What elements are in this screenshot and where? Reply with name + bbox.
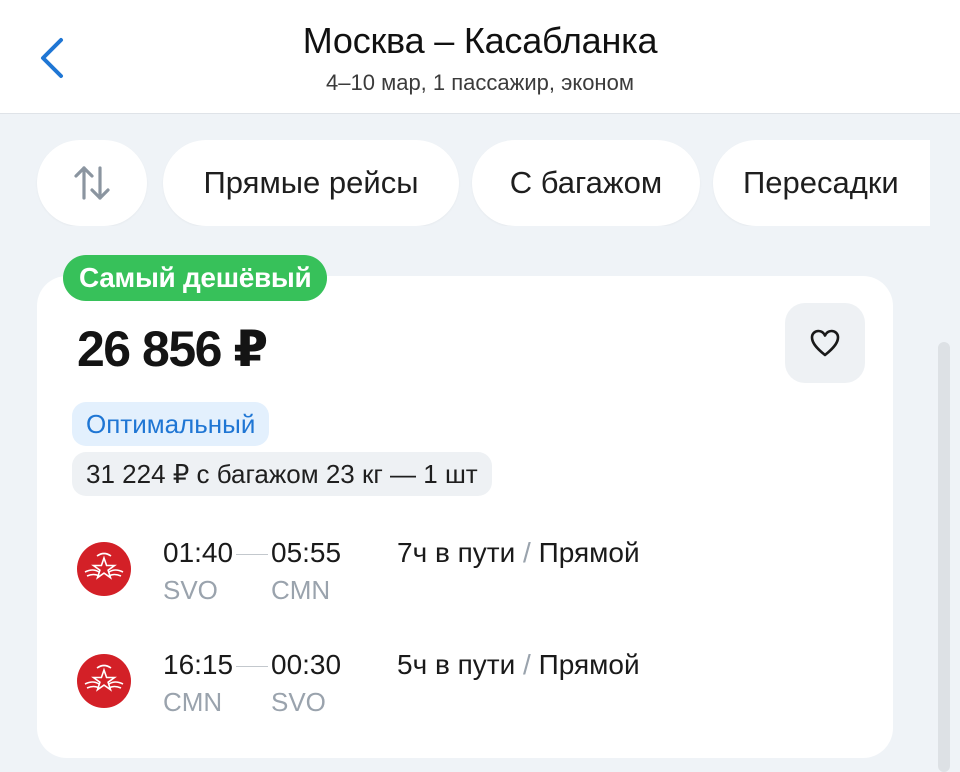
- favorite-button[interactable]: [785, 303, 865, 383]
- filter-chip-direct[interactable]: Прямые рейсы: [163, 140, 459, 226]
- arrival-time: 05:55: [271, 537, 342, 568]
- arrival-airport: SVO: [271, 687, 326, 717]
- departure-time: 16:15: [163, 649, 234, 680]
- flight-duration: 5ч в пути / Прямой: [397, 649, 640, 681]
- separator: /: [523, 649, 531, 680]
- duration-text: 7ч в пути: [397, 537, 516, 568]
- arrival-time: 00:30: [271, 649, 342, 680]
- optimal-tag: Оптимальный: [72, 402, 270, 446]
- departure-time: 01:40: [163, 537, 234, 568]
- heart-icon: [810, 329, 840, 357]
- flight-segment-return: 16:15 00:30 CMN SVO 5ч в пути / Прямой: [0, 649, 960, 739]
- sort-button[interactable]: [37, 140, 147, 226]
- cheapest-badge: Самый дешёвый: [63, 255, 328, 301]
- departure-airport: SVO: [163, 575, 218, 605]
- airline-logo-icon: [77, 654, 131, 708]
- filter-chip-baggage[interactable]: С багажом: [472, 140, 700, 226]
- filter-bar: Прямые рейсы С багажом Пересадки: [0, 140, 930, 226]
- ticket-price: 26 856 ₽: [77, 321, 268, 377]
- scrollbar[interactable]: [938, 342, 950, 772]
- duration-text: 5ч в пути: [397, 649, 516, 680]
- departure-airport: CMN: [163, 687, 223, 717]
- time-connector: [236, 554, 268, 555]
- baggage-offer-tag[interactable]: 31 224 ₽ с багажом 23 кг — 1 шт: [72, 452, 492, 496]
- flight-segment-outbound: 01:40 05:55 SVO CMN 7ч в пути / Прямой: [0, 537, 960, 627]
- route-title: Москва – Касабланка: [302, 20, 658, 61]
- top-app-bar: Москва – Касабланка 4–10 мар, 1 пассажир…: [0, 0, 960, 114]
- sort-arrows-icon: [74, 166, 110, 200]
- time-connector: [236, 666, 268, 667]
- filter-chip-transfers[interactable]: Пересадки: [713, 140, 930, 226]
- separator: /: [523, 537, 531, 568]
- arrival-airport: CMN: [271, 575, 331, 605]
- flight-duration: 7ч в пути / Прямой: [397, 537, 640, 569]
- airline-logo-icon: [77, 542, 131, 596]
- search-params: 4–10 мар, 1 пассажир, эконом: [326, 70, 634, 95]
- flight-type: Прямой: [538, 649, 640, 680]
- flight-type: Прямой: [538, 537, 640, 568]
